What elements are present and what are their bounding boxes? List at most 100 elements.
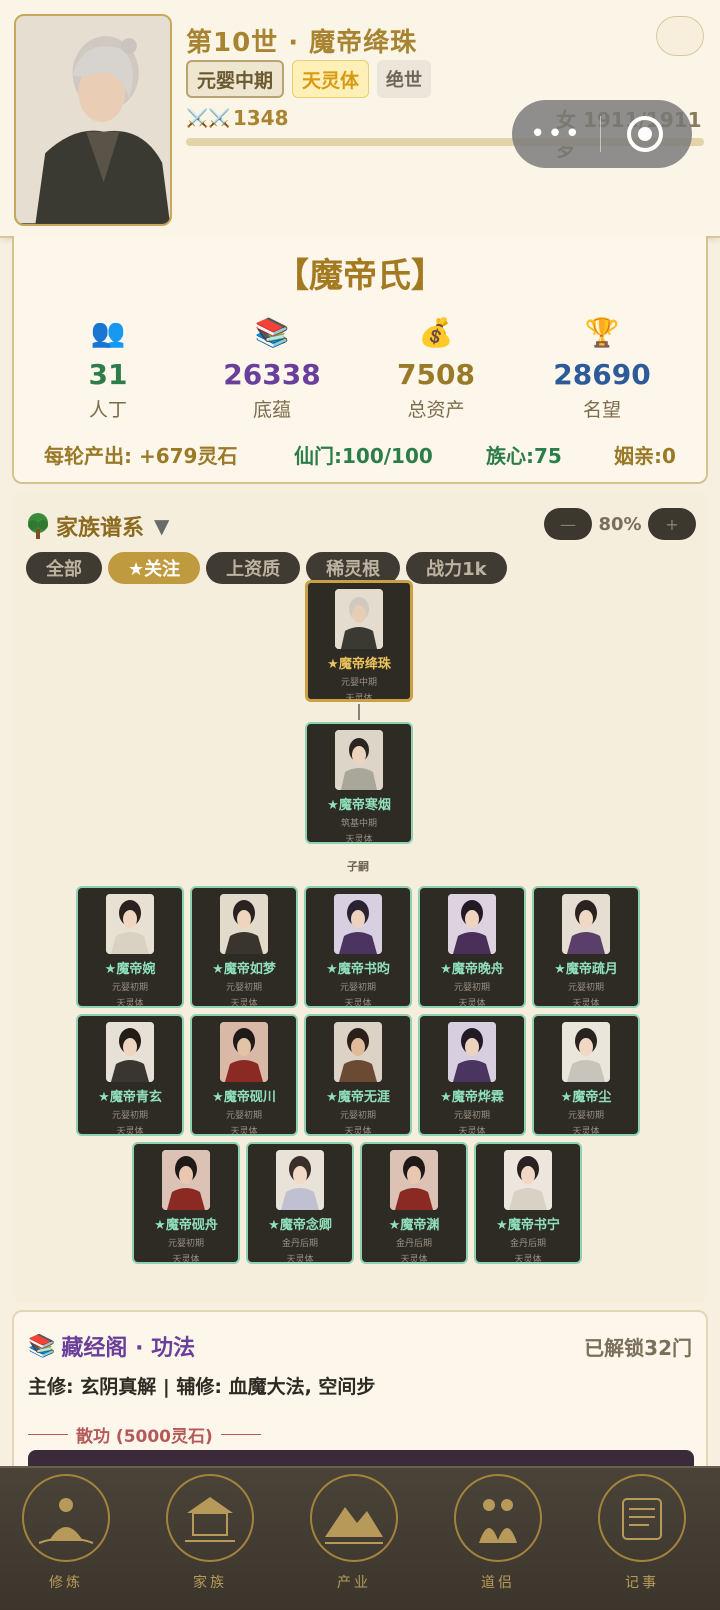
income-per-round: 每轮产出: +679灵石 [44, 444, 238, 468]
nav-item[interactable]: 记事 [592, 1474, 692, 1608]
member-name: ★魔帝念卿 [268, 1218, 332, 1233]
more-options-icon[interactable]: ••• [512, 119, 600, 149]
nav-item[interactable]: 家族 [160, 1474, 260, 1608]
member-body: 天灵体 [345, 835, 373, 844]
member-name: ★魔帝烨霖 [440, 1090, 504, 1105]
stat-value: 31 [88, 358, 128, 391]
member-name: ★魔帝婉 [104, 962, 156, 977]
member-portrait [448, 1022, 496, 1082]
nav-label: 产业 [337, 1575, 371, 1591]
filter-chip[interactable]: 上资质 [206, 552, 301, 584]
pavilion-icon [166, 1474, 254, 1562]
member-name: ★魔帝寒烟 [327, 798, 391, 813]
member-name: ★魔帝绛珠 [327, 657, 391, 672]
dropdown-triangle-icon: ▼ [154, 514, 170, 538]
member-realm: 元婴初期 [567, 1111, 604, 1121]
member-name: ★魔帝渊 [388, 1218, 440, 1233]
member-realm: 元婴中期 [340, 678, 377, 688]
member-portrait [335, 589, 383, 649]
mini-program-capsule: ••• [512, 100, 692, 168]
member-body: 天灵体 [344, 999, 372, 1008]
tree-node-child[interactable]: ★魔帝砚舟 元婴初期 天灵体 [132, 1142, 240, 1264]
cultivation-techniques: 主修: 玄阴真解 | 辅修: 血魔大法, 空间步 [28, 1376, 376, 1398]
member-name: ★魔帝砚舟 [154, 1218, 218, 1233]
tree-node-root[interactable]: ★魔帝绛珠 元婴中期 天灵体 [305, 580, 413, 702]
scatter-skill-label: 散功 (5000灵石) [76, 1427, 213, 1447]
zoom-in-button[interactable]: + [648, 508, 696, 540]
stat-label: 名望 [582, 399, 621, 421]
clan-name: 【魔帝氏】 [275, 256, 445, 296]
tree-node-child[interactable]: ★魔帝疏月 元婴初期 天灵体 [532, 886, 640, 1008]
children-label: 子嗣 [347, 860, 369, 873]
tree-node-child[interactable]: ★魔帝如梦 元婴初期 天灵体 [190, 886, 298, 1008]
trophy-icon: 🏆 [584, 316, 620, 349]
member-name: ★魔帝书宁 [496, 1218, 560, 1233]
clan-stats: 👥 31 人丁 📚 26338 底蕴 💰 7508 总资产 🏆 28690 名望 [14, 316, 706, 436]
nav-item[interactable]: 产业 [304, 1474, 404, 1608]
capsule-divider [600, 116, 601, 152]
tree-node-child[interactable]: ★魔帝砚川 元婴初期 天灵体 [190, 1014, 298, 1136]
tree-node-child[interactable]: ★魔帝念卿 金丹后期 天灵体 [246, 1142, 354, 1264]
nav-label: 记事 [625, 1575, 659, 1591]
member-realm: 元婴初期 [339, 983, 376, 993]
tree-node-child[interactable]: ★魔帝无涯 元婴初期 天灵体 [304, 1014, 412, 1136]
tree-node-child[interactable]: ★魔帝婉 元婴初期 天灵体 [76, 886, 184, 1008]
filter-chip[interactable]: 战力1k [406, 552, 507, 584]
clan-heart: 族心:75 [486, 444, 562, 468]
tree-node-child[interactable]: ★魔帝尘元婴初期天灵体 [532, 1014, 640, 1136]
member-body: 天灵体 [572, 1127, 600, 1136]
close-target-icon[interactable] [627, 116, 663, 152]
nav-item[interactable]: 道侣 [448, 1474, 548, 1608]
books-icon: 📚 [254, 316, 290, 349]
member-portrait [220, 894, 268, 954]
combat-power-value: 1348 [232, 106, 289, 130]
talent-tag: 绝世 [377, 60, 432, 98]
help-button[interactable] [656, 16, 704, 56]
member-body: 天灵体 [230, 1127, 258, 1136]
money-bag-icon: 💰 [418, 316, 454, 349]
family-tree-header[interactable]: 家族谱系 ▼ [26, 510, 169, 542]
zoom-control: — 80% + [544, 508, 696, 540]
member-body: 天灵体 [400, 1255, 428, 1264]
member-realm: 元婴初期 [225, 1111, 262, 1121]
tree-node-child[interactable]: ★魔帝书宁金丹后期天灵体 [474, 1142, 582, 1264]
stat-value: 7508 [397, 358, 475, 391]
meditation-icon [22, 1474, 110, 1562]
stat-label: 底蕴 [252, 399, 291, 421]
member-body: 天灵体 [458, 999, 486, 1008]
nav-item[interactable]: 修炼 [16, 1474, 116, 1608]
stat-prestige: 🏆 28690 名望 [522, 316, 682, 422]
member-realm: 元婴初期 [453, 983, 490, 993]
member-body: 天灵体 [345, 694, 373, 702]
member-portrait [334, 1022, 382, 1082]
zoom-level: 80% [598, 513, 642, 535]
character-tags: 元婴中期 天灵体 绝世 [186, 60, 432, 98]
member-realm: 元婴初期 [111, 983, 148, 993]
member-name: ★魔帝青玄 [98, 1090, 162, 1105]
member-portrait [390, 1150, 438, 1210]
tree-node-child[interactable]: ★魔帝烨霖 元婴初期 天灵体 [418, 1014, 526, 1136]
tree-node-child[interactable]: ★魔帝书昀 元婴初期 天灵体 [304, 886, 412, 1008]
family-tree-card: 家族谱系 ▼ — 80% + 全部 ★关注 上资质 稀灵根 战力1k ★魔帝绛珠 元婴中… [12, 492, 708, 1302]
member-body: 天灵体 [514, 1255, 542, 1264]
stat-heritage: 📚 26338 底蕴 [192, 316, 352, 422]
people-icon: 👥 [90, 316, 126, 349]
scripture-pavilion-title: 藏经阁 · 功法 [61, 1336, 196, 1361]
tree-node-child[interactable]: ★魔帝晚舟 元婴初期 天灵体 [418, 886, 526, 1008]
tree-node-child[interactable]: ★魔帝渊 金丹后期 天灵体 [360, 1142, 468, 1264]
filter-chip[interactable]: ★关注 [108, 552, 201, 584]
member-portrait [448, 894, 496, 954]
member-portrait [334, 894, 382, 954]
filter-chip[interactable]: 全部 [26, 552, 102, 584]
character-portrait[interactable] [14, 14, 172, 226]
scripture-pavilion-header: 📚 藏经阁 · 功法 [28, 1330, 195, 1362]
stat-population: 👥 31 人丁 [28, 316, 188, 422]
member-name: ★魔帝尘 [560, 1090, 612, 1105]
tree-node-parent[interactable]: ★魔帝寒烟 筑基中期 天灵体 [305, 722, 413, 844]
tree-node-child[interactable]: ★魔帝青玄 元婴初期 天灵体 [76, 1014, 184, 1136]
member-body: 天灵体 [344, 1127, 372, 1136]
stat-assets: 💰 7508 总资产 [356, 316, 516, 422]
member-realm: 金丹后期 [509, 1239, 546, 1249]
member-body: 天灵体 [458, 1127, 486, 1136]
zoom-out-button[interactable]: — [544, 508, 592, 540]
